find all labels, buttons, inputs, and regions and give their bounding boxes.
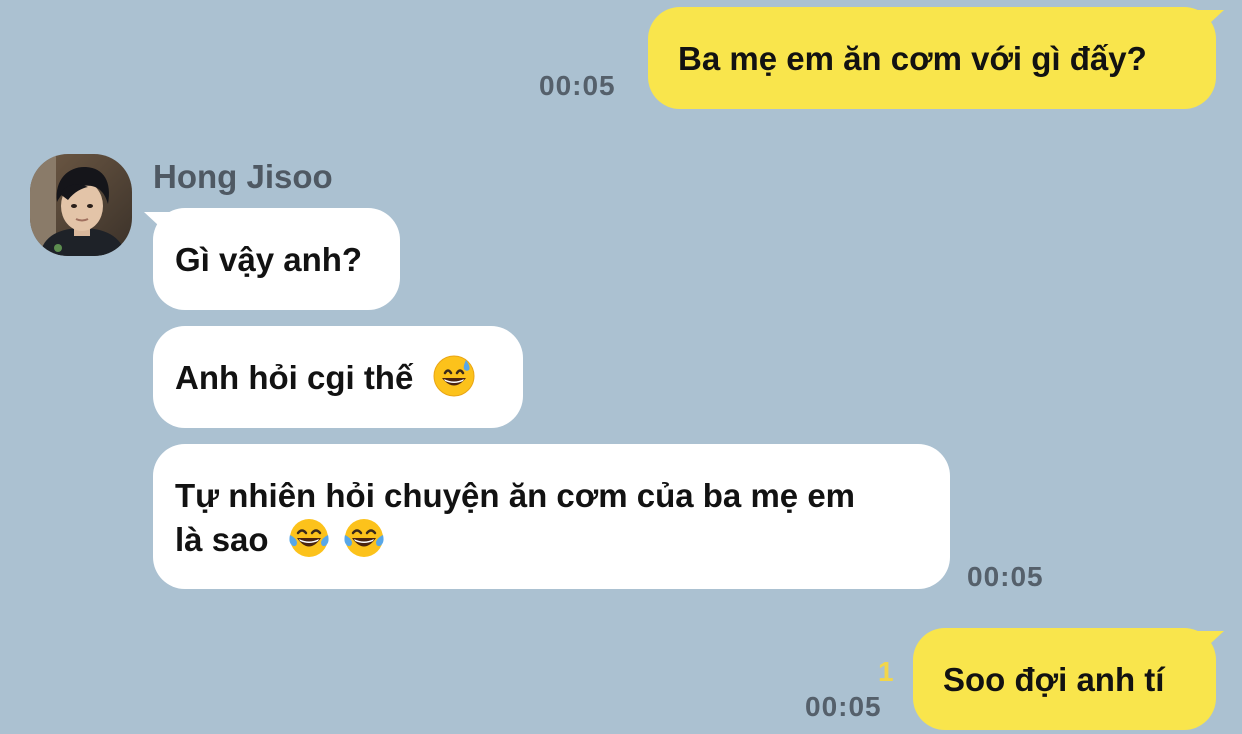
message-bubble-incoming[interactable]: Anh hỏi cgi thế xyxy=(153,326,523,428)
face-with-tears-of-joy-icon xyxy=(344,519,384,557)
message-text: Soo đợi anh tí xyxy=(943,661,1165,698)
sender-name: Hong Jisoo xyxy=(153,158,333,195)
message-text-line-2: là sao xyxy=(175,517,950,561)
grinning-face-with-sweat-icon xyxy=(433,355,474,397)
message-text: Gì vậy anh? xyxy=(175,241,363,278)
message-bubble-incoming[interactable]: Gì vậy anh? xyxy=(153,208,400,310)
face-with-tears-of-joy-icon xyxy=(289,519,329,557)
avatar[interactable] xyxy=(30,154,132,256)
message-text-line: Tự nhiên hỏi chuyện ăn cơm của ba mẹ em xyxy=(175,477,856,514)
message-bubble-outgoing[interactable]: Soo đợi anh tí xyxy=(913,628,1216,730)
message-timestamp: 00:05 xyxy=(539,70,616,101)
message-timestamp: 00:05 xyxy=(805,691,882,722)
message-bubble-incoming[interactable]: Tự nhiên hỏi chuyện ăn cơm của ba mẹ em … xyxy=(153,444,950,589)
message-text: là sao xyxy=(175,521,269,558)
message-timestamp: 00:05 xyxy=(967,561,1044,592)
avatar-photo-icon xyxy=(30,154,132,256)
message-text: Anh hỏi cgi thế xyxy=(175,359,414,396)
message-text: Ba mẹ em ăn cơm với gì đấy? xyxy=(678,40,1147,77)
message-bubble-outgoing[interactable]: Ba mẹ em ăn cơm với gì đấy? xyxy=(648,7,1216,109)
unread-count: 1 xyxy=(878,656,894,687)
